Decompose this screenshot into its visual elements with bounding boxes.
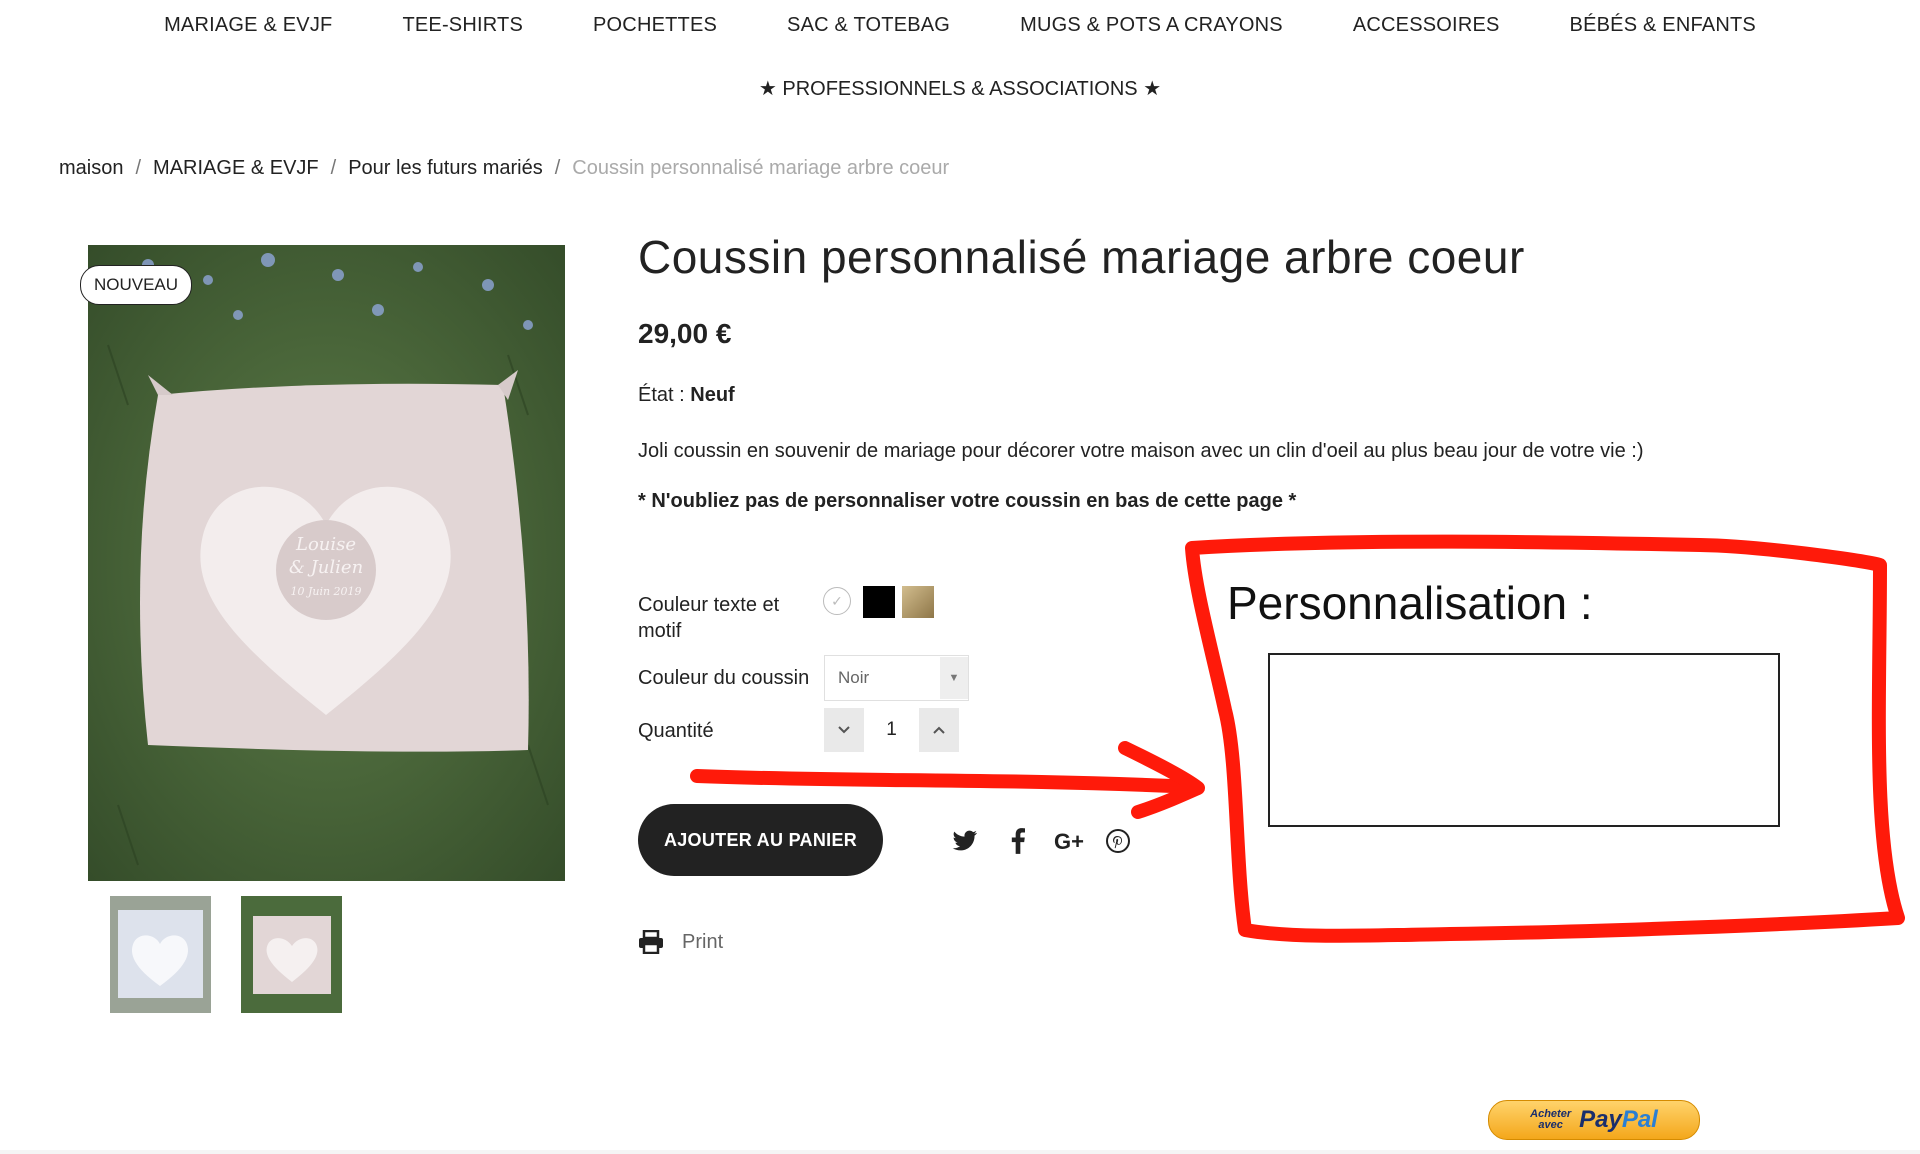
- product-title: Coussin personnalisé mariage arbre coeur: [638, 231, 1525, 283]
- nav-item-mariage[interactable]: MARIAGE & EVJF: [164, 14, 332, 44]
- nav-item-pochettes[interactable]: POCHETTES: [593, 14, 717, 44]
- nav-item-bebes[interactable]: BÉBÉS & ENFANTS: [1570, 14, 1756, 44]
- personalization-input[interactable]: [1268, 653, 1780, 827]
- condition-label: État :: [638, 384, 685, 406]
- paypal-logo: PayPal: [1579, 1106, 1658, 1134]
- nav-item-mugs[interactable]: MUGS & POTS A CRAYONS: [1020, 14, 1283, 44]
- breadcrumb-current: Coussin personnalisé mariage arbre coeur: [572, 156, 950, 179]
- quantity-stepper: 1: [824, 708, 959, 752]
- cushion-color-select[interactable]: Noir ▼: [824, 655, 969, 701]
- cushion-color-value: Noir: [838, 668, 870, 687]
- paypal-logo-pal: Pal: [1621, 1106, 1658, 1133]
- breadcrumb-home[interactable]: maison: [59, 157, 123, 180]
- text-color-label: Couleur texte et motif: [638, 592, 779, 644]
- new-badge: NOUVEAU: [80, 265, 192, 305]
- breadcrumb-subcategory[interactable]: Pour les futurs mariés: [348, 157, 543, 180]
- nav-item-sac-totebag[interactable]: SAC & TOTEBAG: [787, 14, 950, 44]
- nav-row-pro: ★ PROFESSIONNELS & ASSOCIATIONS ★: [0, 76, 1920, 106]
- add-to-cart-button[interactable]: AJOUTER AU PANIER: [638, 804, 883, 876]
- quantity-decrease-button[interactable]: [824, 708, 864, 752]
- cushion-color-label: Couleur du coussin: [638, 667, 810, 689]
- paypal-logo-pay: Pay: [1579, 1106, 1622, 1133]
- twitter-icon[interactable]: [950, 826, 980, 856]
- text-color-label-line-1: Couleur texte et: [638, 594, 780, 616]
- facebook-icon[interactable]: [1006, 826, 1030, 856]
- product-thumbnail-2[interactable]: [241, 896, 342, 1013]
- nav-item-pro[interactable]: ★ PROFESSIONNELS & ASSOCIATIONS ★: [759, 76, 1161, 106]
- product-main-image[interactable]: Louise & Julien 10 Juin 2019: [88, 245, 565, 881]
- product-condition: État : Neuf: [638, 384, 735, 407]
- pinterest-icon[interactable]: [1104, 826, 1132, 856]
- chevron-up-icon: [933, 726, 945, 734]
- image-names-1: Louise: [295, 534, 356, 555]
- paypal-small-text: Acheter avec: [1530, 1109, 1571, 1131]
- nav-item-accessoires[interactable]: ACCESSOIRES: [1353, 14, 1500, 44]
- swatch-black[interactable]: [863, 586, 895, 618]
- swatch-gold[interactable]: [902, 586, 934, 618]
- print-label: Print: [682, 930, 724, 953]
- nav-item-tee-shirts[interactable]: TEE-SHIRTS: [402, 14, 523, 44]
- print-button[interactable]: Print: [638, 930, 723, 954]
- product-description: Joli coussin en souvenir de mariage pour…: [638, 440, 1644, 462]
- printer-icon: [639, 930, 663, 954]
- chevron-down-icon: [838, 726, 850, 734]
- breadcrumb-separator: /: [554, 156, 561, 179]
- personalization-title: Personnalisation :: [1227, 577, 1593, 629]
- swatch-white[interactable]: ✓: [823, 587, 851, 615]
- svg-text:G+: G+: [1054, 829, 1084, 853]
- product-note: * N'oubliez pas de personnaliser votre c…: [638, 490, 1297, 512]
- breadcrumb: maison / MARIAGE & EVJF / Pour les futur…: [59, 154, 949, 182]
- chevron-down-icon: ▼: [940, 657, 968, 699]
- breadcrumb-separator: /: [135, 156, 142, 179]
- image-names-2: & Julien: [289, 557, 363, 578]
- image-date: 10 Juin 2019: [290, 585, 361, 598]
- breadcrumb-separator: /: [330, 156, 337, 179]
- main-nav: MARIAGE & EVJF TEE-SHIRTS POCHETTES SAC …: [0, 14, 1920, 44]
- check-icon: ✓: [831, 592, 843, 609]
- product-price: 29,00 €: [638, 318, 732, 349]
- footer-divider: [0, 1150, 1920, 1154]
- google-plus-icon[interactable]: G+: [1052, 826, 1092, 856]
- quantity-increase-button[interactable]: [919, 708, 959, 752]
- paypal-small-text-2: avec: [1538, 1119, 1563, 1131]
- quantity-input[interactable]: 1: [864, 708, 919, 752]
- text-color-label-line-2: motif: [638, 620, 682, 642]
- condition-value: Neuf: [690, 384, 735, 406]
- product-thumbnail-1[interactable]: [110, 896, 211, 1013]
- quantity-label: Quantité: [638, 720, 714, 742]
- breadcrumb-category[interactable]: MARIAGE & EVJF: [153, 157, 319, 180]
- paypal-button[interactable]: Acheter avec PayPal: [1488, 1100, 1700, 1140]
